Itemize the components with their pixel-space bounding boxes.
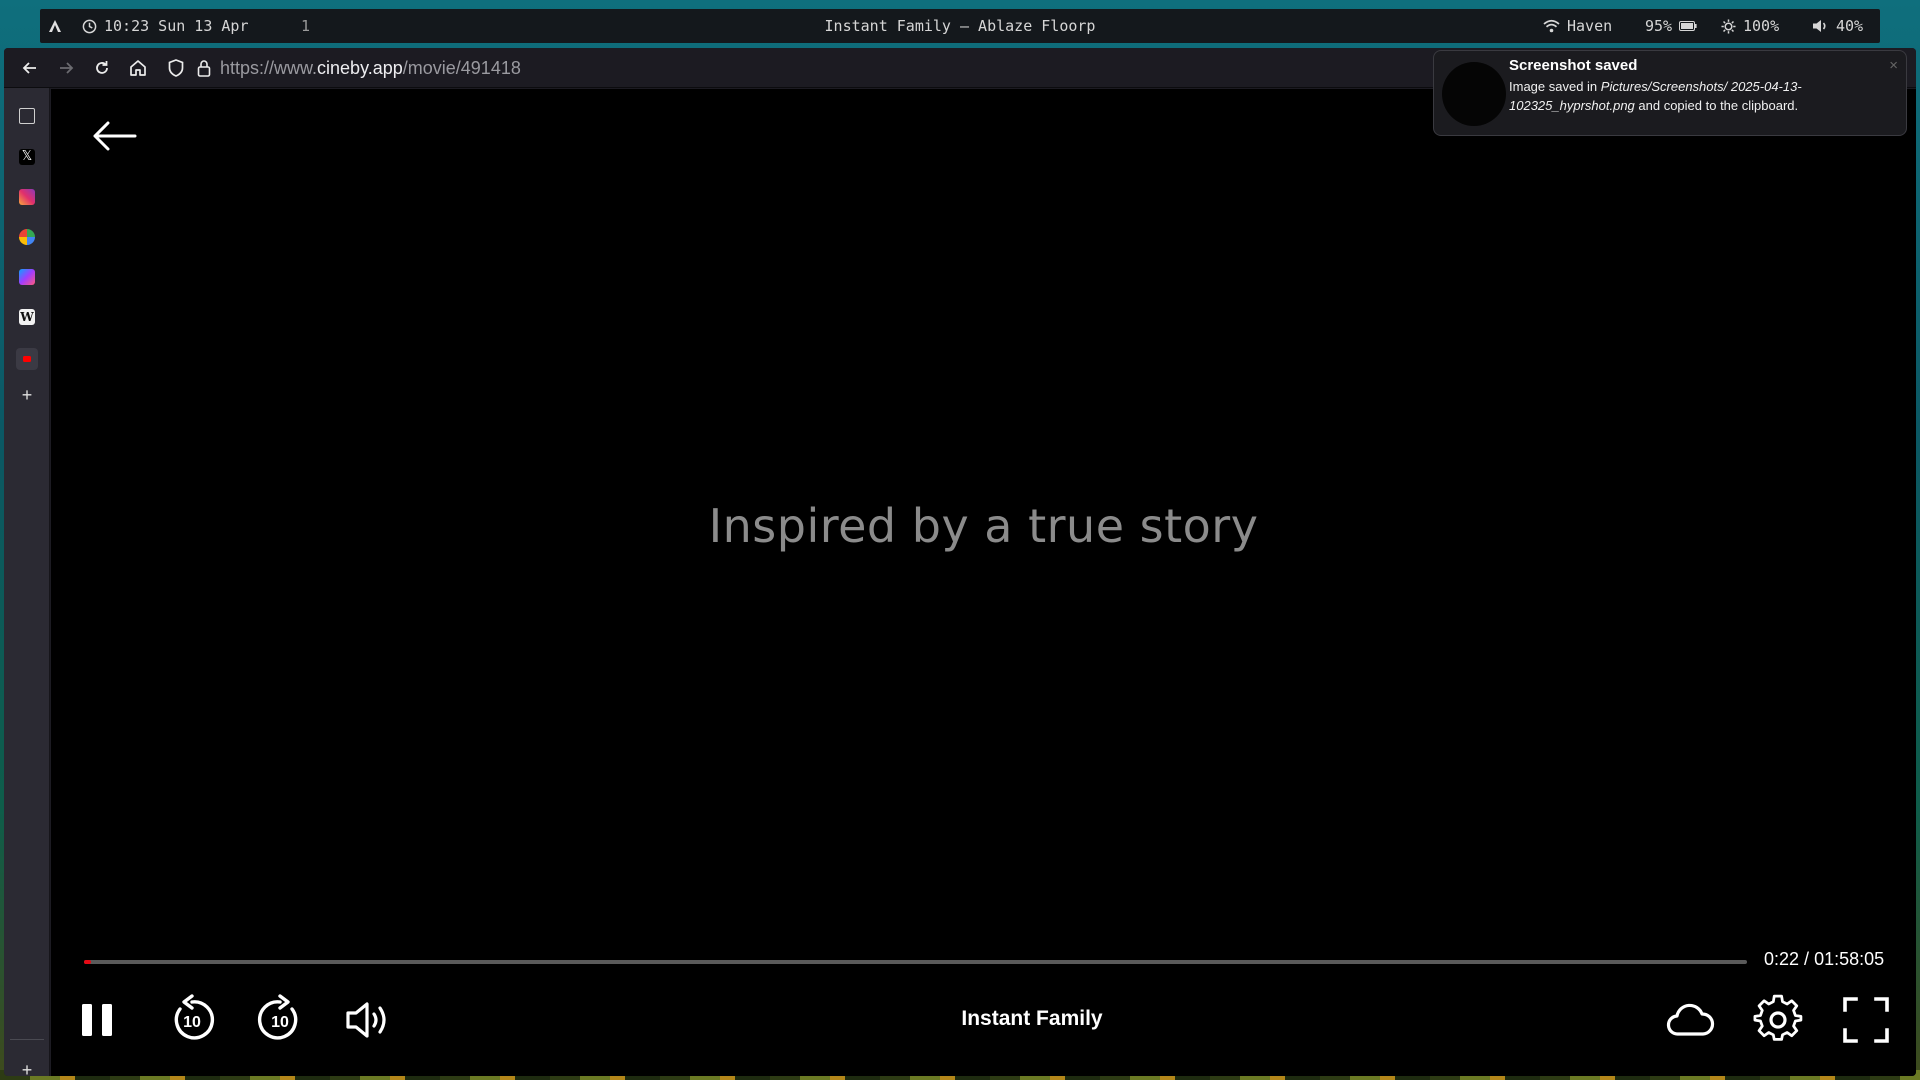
back-arrow-icon[interactable] [91, 119, 137, 153]
tracking-protection-icon[interactable] [166, 58, 186, 78]
time-total: 01:58:05 [1814, 949, 1885, 969]
wikipedia-icon[interactable]: W [19, 309, 35, 325]
notification-body-suffix: and copied to the clipboard. [1634, 98, 1799, 113]
video-player[interactable]: Inspired by a true story 0:22 / 01:58:05… [51, 89, 1916, 1076]
brightness-module[interactable]: 100% [1721, 9, 1779, 43]
screenshot-notification[interactable]: Screenshot saved Image saved in Pictures… [1433, 50, 1907, 136]
url-domain: cineby.app [317, 58, 403, 78]
sidebar-divider [10, 1039, 44, 1040]
youtube-icon[interactable] [16, 348, 38, 370]
x-icon[interactable]: 𝕏 [19, 149, 35, 165]
add-panel-icon[interactable]: + [19, 386, 35, 404]
notification-body-prefix: Image saved in [1509, 79, 1601, 94]
volume-text: 40% [1836, 17, 1864, 35]
battery-module[interactable]: 95% [1645, 9, 1697, 43]
progress-bar[interactable] [84, 960, 1747, 964]
reload-icon[interactable] [92, 58, 112, 78]
brightness-icon [1721, 18, 1736, 34]
wifi-module[interactable]: Haven [1543, 9, 1612, 43]
notification-avatar [1442, 62, 1506, 126]
fullscreen-icon [1843, 997, 1889, 1043]
notification-body: Image saved in Pictures/Screenshots/ 202… [1509, 77, 1879, 115]
home-icon[interactable] [128, 58, 148, 78]
url-field[interactable]: https://www.cineby.app/movie/491418 [220, 58, 521, 79]
fullscreen-button[interactable] [1840, 994, 1892, 1046]
gear-icon [1753, 994, 1803, 1041]
movie-title: Instant Family [961, 1007, 1103, 1030]
cloud-button[interactable] [1664, 994, 1716, 1046]
messenger-icon[interactable] [19, 269, 35, 285]
settings-button[interactable] [1752, 994, 1804, 1046]
browser-window: https://www.cineby.app/movie/491418 𝕏 W … [4, 48, 1916, 1076]
browser-sidebar: 𝕏 W + + [4, 88, 50, 1076]
sidebar-add-icon[interactable]: + [19, 1061, 35, 1076]
cloud-icon [1666, 1003, 1715, 1036]
lock-icon[interactable] [196, 58, 212, 78]
multicolor-app-icon[interactable] [19, 229, 35, 245]
subtitle-text: Inspired by a true story [708, 499, 1259, 553]
time-separator: / [1799, 949, 1815, 969]
notification-close-icon[interactable]: × [1889, 57, 1898, 74]
volume-icon [1813, 20, 1826, 32]
back-icon[interactable] [20, 58, 40, 78]
url-path: /movie/491418 [402, 58, 521, 78]
battery-icon [1679, 21, 1697, 31]
wifi-name: Haven [1567, 17, 1613, 35]
progress-fill [84, 960, 91, 964]
time-display: 0:22 / 01:58:05 [1764, 949, 1884, 970]
forward-icon[interactable] [56, 58, 76, 78]
battery-text: 95% [1645, 17, 1673, 35]
status-bar: 10:23 Sun 13 Apr 1 Instant Family — Abla… [40, 9, 1880, 43]
wifi-icon [1543, 19, 1560, 33]
url-prefix: https://www. [220, 58, 318, 78]
time-current: 0:22 [1764, 949, 1800, 969]
brightness-text: 100% [1743, 17, 1780, 35]
volume-module[interactable]: 40% [1812, 9, 1863, 43]
notification-title: Screenshot saved [1509, 57, 1638, 74]
container-icon[interactable] [19, 108, 35, 124]
instagram-icon[interactable] [19, 189, 35, 205]
